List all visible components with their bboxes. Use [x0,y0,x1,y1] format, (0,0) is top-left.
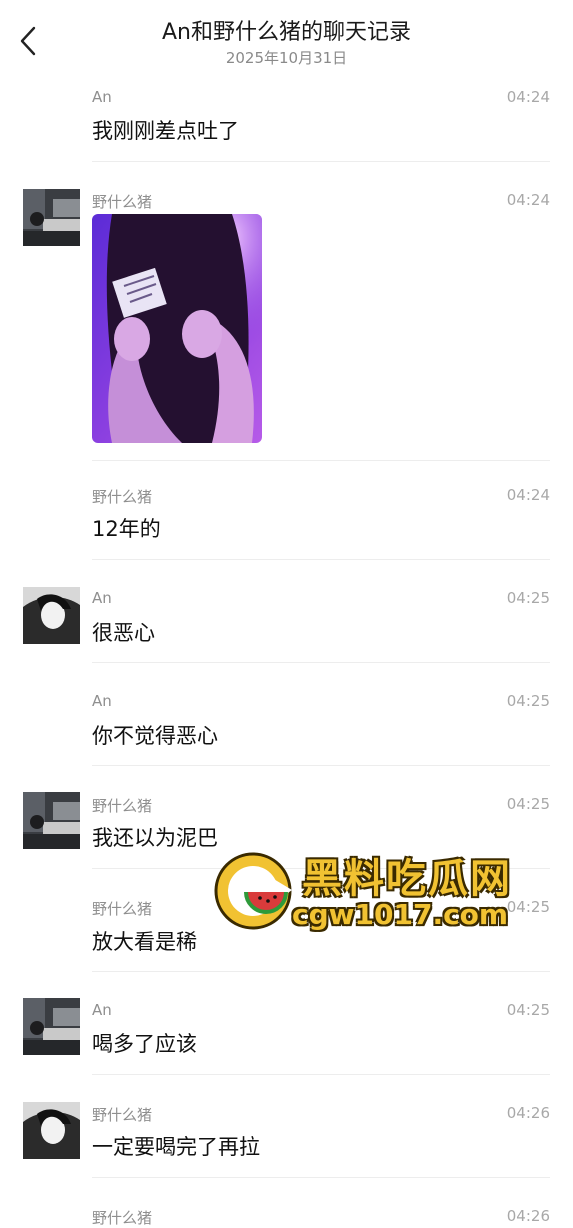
divider [92,971,550,972]
avatar[interactable] [23,792,80,849]
page-title: An和野什么猪的聊天记录 [162,20,411,45]
message-text: 我还以为泥巴 [92,826,218,850]
divider [92,1177,550,1178]
message-sender: 野什么猪 [92,1106,153,1124]
message-photo[interactable] [92,214,262,443]
message-sender: 野什么猪 [92,900,153,918]
message-time: 04:25 [506,589,550,607]
watermark-url: cgw1017.com [292,898,509,931]
divider [92,559,550,560]
message-time: 04:26 [506,1104,550,1122]
message-sender: 野什么猪 [92,1209,153,1227]
divider [92,662,550,663]
avatar[interactable] [23,1102,80,1159]
message-sender: An [92,692,112,710]
message-time: 04:24 [506,88,550,106]
message-text: 很恶心 [92,621,155,645]
message-sender: An [92,88,112,106]
message-time: 04:25 [506,692,550,710]
message-text: 放大看是稀 [92,930,197,954]
message-text: 我刚刚差点吐了 [92,119,239,143]
message-text: 喝多了应该 [92,1032,197,1056]
avatar[interactable] [23,998,80,1055]
message-text: 你不觉得恶心 [92,724,218,748]
divider [92,460,550,461]
message-time: 04:25 [506,1001,550,1019]
chat-header: An和野什么猪的聊天记录 2025年10月31日 [0,0,573,80]
message-sender: An [92,589,112,607]
divider [92,765,550,766]
message-sender: 野什么猪 [92,488,153,506]
message-sender: An [92,1001,112,1019]
divider [92,161,550,162]
divider [92,1074,550,1075]
message-time: 04:24 [506,486,550,504]
message-time: 04:24 [506,191,550,209]
message-text: 12年的 [92,517,161,541]
watermelon-logo-icon [212,850,294,932]
watermark: 黑料吃瓜网 cgw1017.com [212,846,522,936]
message-time: 04:25 [506,795,550,813]
message-text: 一定要喝完了再拉 [92,1135,260,1159]
message-time: 04:26 [506,1207,550,1225]
message-sender: 野什么猪 [92,797,153,815]
chat-date: 2025年10月31日 [225,49,348,67]
avatar[interactable] [23,587,80,644]
message-sender: 野什么猪 [92,193,153,211]
avatar[interactable] [23,189,80,246]
watermark-title: 黑料吃瓜网 [302,856,512,902]
